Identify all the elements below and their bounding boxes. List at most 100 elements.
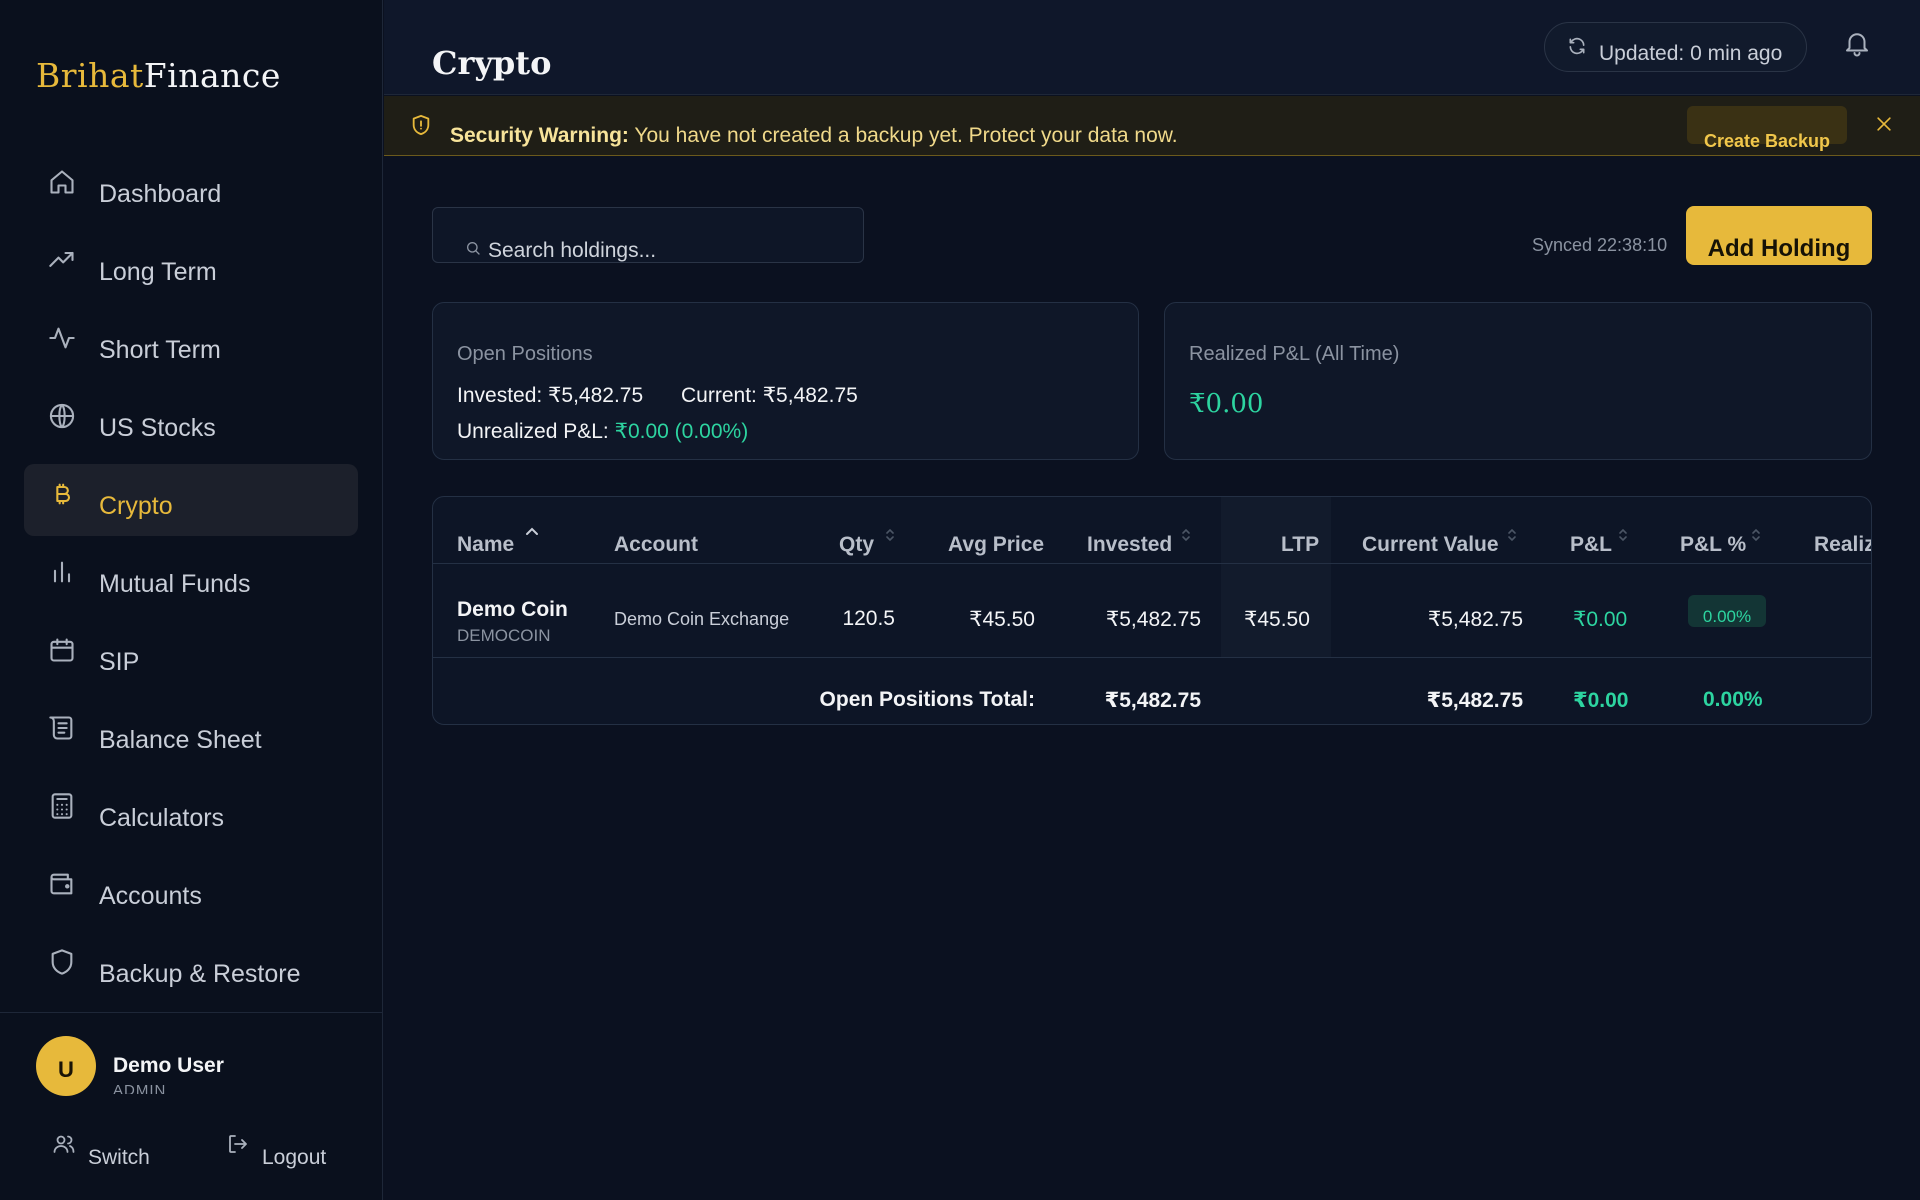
row-divider [433,657,1871,658]
add-holding-button[interactable]: Add Holding [1686,206,1872,265]
bell-icon[interactable] [1842,28,1872,58]
search-icon [465,240,481,256]
page-title: Crypto [432,44,552,82]
sidebar-item-crypto[interactable]: Crypto [24,464,358,536]
avatar[interactable]: U [36,1036,96,1096]
current-total: Current: ₹5,482.75 [681,384,858,407]
sidebar-item-label: Long Term [99,257,217,286]
switch-user-button[interactable]: Switch [52,1135,150,1169]
unrealized-pnl: Unrealized P&L: ₹0.00 (0.00%) [457,420,749,443]
holding-symbol: DEMOCOIN [457,626,551,645]
header-divider [433,563,1871,564]
brand-logo[interactable]: BrihatFinance [36,56,281,95]
sidebar-item-balance-sheet[interactable]: Balance Sheet [24,698,358,770]
calculator-icon [48,792,76,820]
sort-icon[interactable] [1617,527,1629,543]
sidebar-item-label: Dashboard [99,179,222,208]
sidebar-item-accounts[interactable]: Accounts [24,854,358,926]
sidebar-item-long-term[interactable]: Long Term [24,230,358,302]
holding-name: Demo Coin [457,598,568,621]
bitcoin-icon [48,480,76,508]
holding-pnl-pct-badge: 0.00% [1688,595,1766,627]
logout-icon [226,1132,250,1156]
column-header-avg-price[interactable]: Avg Price [948,533,1044,557]
ltp-column-highlight [1221,497,1331,658]
total-pnl: ₹0.00 [1573,689,1629,712]
sidebar-item-sip[interactable]: SIP [24,620,358,692]
realized-pnl-card: Realized P&L (All Time) ₹0.00 [1164,302,1872,460]
column-header-name[interactable]: Name [457,533,514,557]
sidebar-divider [0,1012,383,1013]
search-input[interactable]: Search holdings... [432,207,864,263]
user-name: Demo User [113,1054,224,1076]
sidebar-item-backup-restore[interactable]: Backup & Restore [24,932,358,1004]
column-header-pnl-pct[interactable]: P&L % [1680,533,1746,557]
shield-alert-icon [410,114,432,136]
shield-icon [48,948,76,976]
sidebar-item-label: Short Term [99,335,221,364]
search-placeholder: Search holdings... [488,239,657,262]
holding-current-value: ₹5,482.75 [1427,608,1523,631]
realized-pnl-title: Realized P&L (All Time) [1189,343,1400,365]
sort-icon[interactable] [884,527,896,543]
sidebar-item-label: Calculators [99,803,225,832]
create-backup-button[interactable]: Create Backup [1687,106,1847,151]
holding-ltp: ₹45.50 [1244,608,1310,631]
home-icon [48,168,76,196]
users-icon [52,1132,76,1156]
trending-up-icon [48,246,76,274]
open-positions-card: Open Positions Invested: ₹5,482.75 Curre… [432,302,1139,460]
sidebar-item-mutual-funds[interactable]: Mutual Funds [24,542,358,614]
realized-pnl-value: ₹0.00 [1189,389,1264,419]
total-current-value: ₹5,482.75 [1426,689,1523,712]
sidebar-item-label: Accounts [99,881,202,910]
sort-icon[interactable] [1506,527,1518,543]
calendar-icon [48,636,76,664]
bar-chart-icon [48,558,76,586]
sidebar-item-label: Crypto [99,491,173,520]
sidebar-item-calculators[interactable]: Calculators [24,776,358,848]
column-header-realized[interactable]: Realiz [1814,533,1871,557]
sidebar-item-label: SIP [99,647,140,676]
refresh-status-button[interactable]: Updated: 0 min ago [1544,22,1807,72]
sidebar-nav: Dashboard Long Term Short Term US Stocks… [24,152,358,1010]
holding-invested: ₹5,482.75 [1105,608,1201,631]
sidebar-item-label: US Stocks [99,413,216,442]
column-header-invested[interactable]: Invested [1087,533,1172,557]
sidebar-item-us-stocks[interactable]: US Stocks [24,386,358,458]
column-header-ltp[interactable]: LTP [1281,533,1319,557]
total-pnl-pct: 0.00% [1703,688,1763,711]
column-header-current-value[interactable]: Current Value [1362,533,1499,557]
sidebar-item-dashboard[interactable]: Dashboard [24,152,358,224]
invested-total: Invested: ₹5,482.75 [457,384,644,407]
sort-icon[interactable] [1750,527,1762,543]
logout-button[interactable]: Logout [226,1135,326,1169]
column-header-pnl[interactable]: P&L [1570,533,1612,557]
globe-icon [48,402,76,430]
close-icon[interactable] [1874,114,1894,134]
holdings-table: Name Account Qty Avg Price Invested LTP … [432,496,1872,725]
sidebar-item-label: Balance Sheet [99,725,262,754]
top-header: Crypto Updated: 0 min ago [384,0,1920,95]
holding-pnl: ₹0.00 [1573,608,1628,631]
column-divider [1543,497,1545,658]
sidebar-item-short-term[interactable]: Short Term [24,308,358,380]
column-header-account[interactable]: Account [614,533,698,557]
sort-icon[interactable] [1180,527,1192,543]
open-positions-title: Open Positions [457,343,593,365]
column-header-qty[interactable]: Qty [839,533,874,557]
sidebar-item-label: Mutual Funds [99,569,251,598]
holding-qty: 120.5 [842,607,895,630]
security-warning-banner: Security Warning: You have not created a… [384,96,1920,156]
updated-status: Updated: 0 min ago [1599,42,1783,65]
total-invested: ₹5,482.75 [1104,689,1201,712]
activity-icon [48,324,76,352]
sort-asc-icon[interactable] [525,525,539,537]
holding-avg-price: ₹45.50 [969,608,1035,631]
refresh-icon [1567,36,1587,56]
synced-status: Synced 22:38:10 [1532,235,1668,255]
scroll-icon [48,714,76,742]
wallet-icon [48,870,76,898]
total-label: Open Positions Total: [819,688,1035,711]
user-role: ADMIN [113,1082,167,1094]
